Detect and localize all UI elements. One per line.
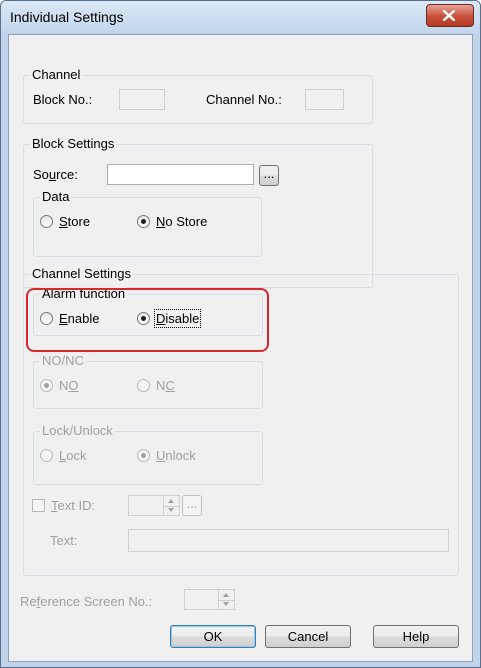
no-radio-label[interactable]: NO [59,378,79,393]
dialog-window: Individual Settings Channel Block No.: C… [0,0,481,668]
data-group: Data Store No Store [33,190,262,257]
text-id-checkbox[interactable] [32,499,45,512]
title-bar[interactable]: Individual Settings [1,1,480,33]
channel-group-legend: Channel [30,67,83,82]
text-id-browse-button[interactable]: ... [182,495,202,516]
nc-radio-label[interactable]: NC [156,378,175,393]
block-settings-legend: Block Settings [30,136,117,151]
ok-button[interactable]: OK [170,625,256,648]
help-button[interactable]: Help [373,625,459,648]
no-radio[interactable] [40,379,53,392]
text-label: Text: [50,533,78,548]
text-id-spinner[interactable] [128,495,180,516]
text-id-label[interactable]: Text ID: [51,498,95,513]
reference-screen-spinner[interactable] [184,589,235,610]
nc-radio[interactable] [137,379,150,392]
unlock-radio-label[interactable]: Unlock [156,448,196,463]
unlock-radio[interactable] [137,449,150,462]
lock-unlock-group: Lock/Unlock Lock Unlock [33,424,263,485]
channel-no-field [305,89,344,110]
store-radio-label[interactable]: Store [59,214,90,229]
lock-unlock-legend: Lock/Unlock [40,423,115,438]
data-group-legend: Data [40,189,72,204]
channel-no-label: Channel No.: [206,92,282,107]
block-no-label: Block No.: [33,92,93,107]
reference-screen-label: Reference Screen No.: [20,594,153,609]
close-icon [443,10,455,21]
source-browse-button[interactable]: ... [259,165,279,186]
channel-settings-legend: Channel Settings [30,266,134,281]
dialog-client-area: Channel Block No.: Channel No.: Block Se… [8,34,473,662]
source-input[interactable] [107,164,254,185]
channel-group: Channel Block No.: Channel No.: [23,68,373,124]
window-title: Individual Settings [10,9,124,25]
cancel-button[interactable]: Cancel [265,625,351,648]
nonc-legend: NO/NC [40,353,86,368]
no-store-radio[interactable] [137,215,150,228]
text-field [128,529,449,552]
nonc-group: NO/NC NO NC [33,354,263,409]
spinner-arrows-icon[interactable] [218,590,234,609]
no-store-radio-label[interactable]: No Store [156,214,207,229]
lock-radio-label[interactable]: Lock [59,448,86,463]
alarm-function-highlight [26,288,269,352]
close-button[interactable] [426,4,474,27]
spinner-arrows-icon[interactable] [163,496,179,515]
lock-radio[interactable] [40,449,53,462]
block-no-field [119,89,165,110]
store-radio[interactable] [40,215,53,228]
source-label: Source: [33,167,78,182]
